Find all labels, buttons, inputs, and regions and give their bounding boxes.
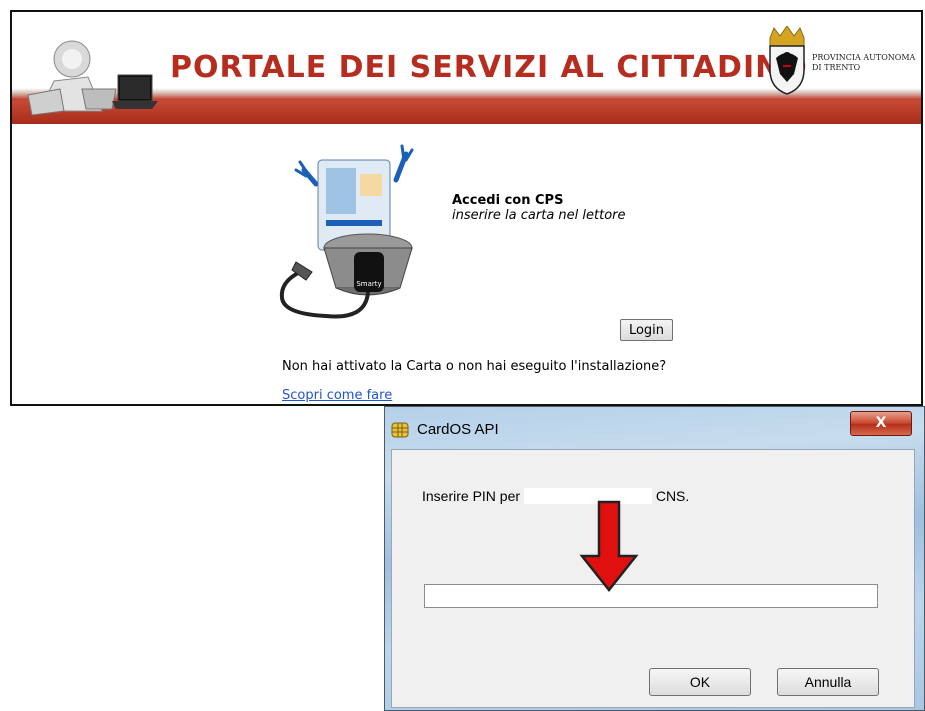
card-reader-brand-label: Smarty bbox=[356, 280, 381, 288]
login-button[interactable]: Login bbox=[620, 319, 673, 341]
pin-prompt-prefix: Inserire PIN per bbox=[422, 488, 521, 504]
pin-prompt-suffix: CNS. bbox=[655, 488, 690, 504]
activation-question: Non hai attivato la Carta o non hai eseg… bbox=[282, 359, 667, 374]
cardos-pin-dialog: CardOS API X Inserire PIN per CNS. OK An… bbox=[384, 406, 925, 711]
province-name: PROVINCIA AUTONOMA DI TRENTO bbox=[812, 53, 921, 73]
pin-prompt: Inserire PIN per CNS. bbox=[422, 488, 689, 504]
pin-input[interactable] bbox=[424, 584, 878, 608]
close-button[interactable]: X bbox=[850, 411, 912, 436]
red-down-arrow-icon bbox=[579, 500, 639, 593]
dialog-title: CardOS API bbox=[417, 421, 499, 438]
province-line-1: PROVINCIA AUTONOMA bbox=[812, 53, 916, 62]
cps-title: Accedi con CPS bbox=[452, 193, 564, 208]
cancel-button[interactable]: Annulla bbox=[777, 668, 879, 696]
dialog-body: Inserire PIN per CNS. OK Annulla bbox=[391, 449, 915, 708]
portal-window: PORTALE DEI SERVIZI AL CITTADINO PROVINC… bbox=[10, 10, 923, 406]
ok-button[interactable]: OK bbox=[649, 668, 751, 696]
cps-subtitle: inserire la carta nel lettore bbox=[452, 208, 626, 223]
smart-card-reader-icon: Smarty bbox=[279, 144, 414, 319]
province-line-2: DI TRENTO bbox=[812, 63, 861, 72]
trento-eagle-crest-icon bbox=[769, 26, 805, 95]
portal-title: PORTALE DEI SERVIZI AL CITTADINO bbox=[170, 50, 808, 85]
computer-user-logo-icon bbox=[27, 40, 158, 116]
smart-card-chip-icon bbox=[391, 422, 409, 438]
discover-how-link[interactable]: Scopri come fare bbox=[282, 388, 392, 403]
cps-info: Accedi con CPS inserire la carta nel let… bbox=[452, 193, 626, 223]
